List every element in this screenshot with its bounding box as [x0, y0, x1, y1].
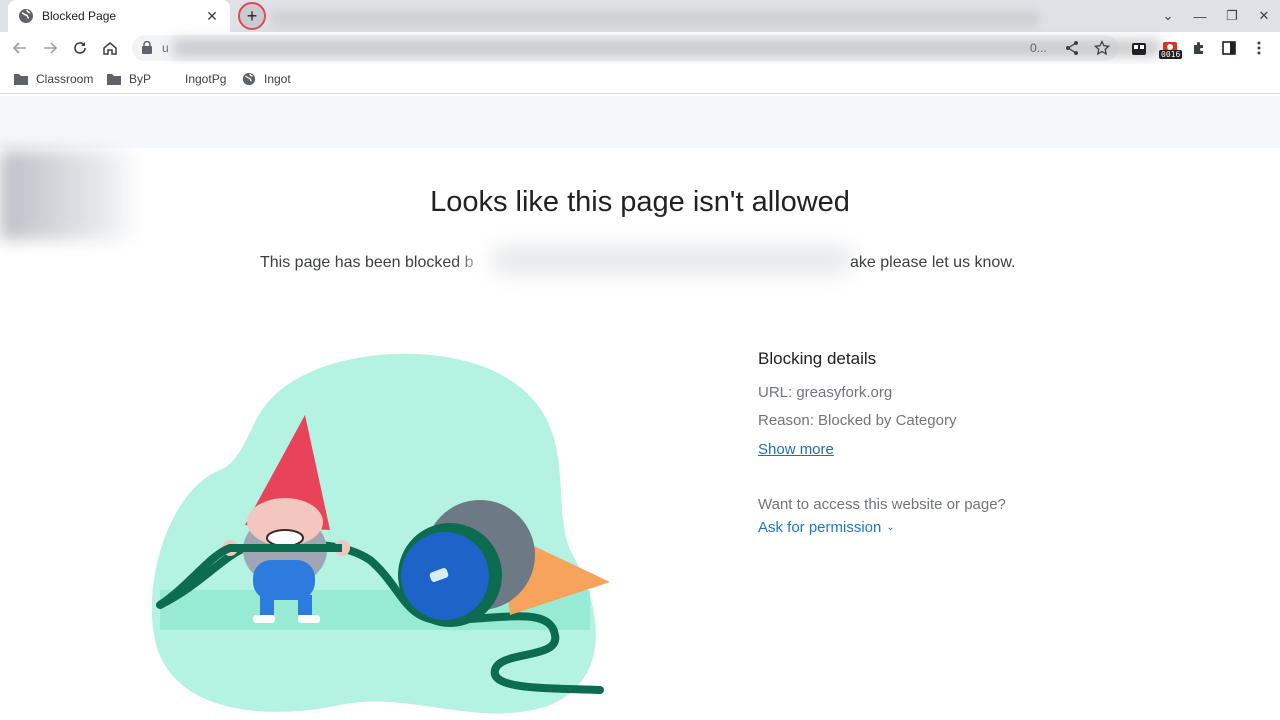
bookmark-label: Ingot	[264, 72, 291, 86]
side-panel-icon[interactable]	[1220, 39, 1238, 57]
gnome-leg-right	[298, 595, 312, 615]
bookmark-ingot[interactable]: Ingot	[242, 72, 291, 86]
redacted-tabs	[270, 10, 1040, 28]
tab-search-icon[interactable]: ⌄	[1152, 0, 1184, 32]
gnome-mouth	[266, 529, 304, 547]
blocking-details-title: Blocking details	[758, 349, 877, 368]
redacted-message	[482, 240, 857, 286]
bookmarks-bar: Classroom ByP IngotPg Ingot	[0, 64, 1280, 94]
page-title: Looks like this page isn't allowed	[430, 186, 850, 218]
back-arrow-icon[interactable]	[8, 36, 32, 60]
gnome-leg-left	[260, 595, 274, 615]
ask-permission-link[interactable]: Ask for permission ⌄	[758, 519, 895, 536]
gnome-shoe-right	[298, 615, 320, 623]
gnome-body	[253, 560, 315, 600]
extension-icon-1[interactable]	[1130, 40, 1148, 58]
more-menu-icon[interactable]	[1250, 39, 1268, 57]
extension-badge: 0016	[1159, 50, 1183, 59]
bookmark-byp[interactable]: ByP	[107, 72, 151, 86]
globe-icon	[18, 8, 34, 24]
tab-close-icon[interactable]: ✕	[204, 8, 220, 25]
new-tab-button[interactable]: +	[238, 2, 266, 30]
browser-toolbar: u 0...	[0, 32, 1280, 64]
forward-arrow-icon[interactable]	[38, 36, 62, 60]
url-text-start: u	[162, 41, 169, 55]
globe-icon	[242, 72, 256, 86]
ask-permission-label: Ask for permission	[758, 519, 882, 536]
bookmark-classroom[interactable]: Classroom	[14, 72, 93, 86]
bookmark-label: ByP	[129, 72, 152, 86]
blocking-details: Blocking details URL: greasyfork.org Rea…	[758, 349, 1198, 537]
bookmark-ingotpg[interactable]: IngotPg	[185, 72, 226, 86]
gnome-hose-illustration	[151, 353, 610, 714]
bookmark-star-icon[interactable]	[1093, 39, 1111, 56]
home-icon[interactable]	[98, 36, 122, 60]
folder-icon	[14, 74, 28, 85]
bookmark-label: Classroom	[36, 72, 94, 86]
lock-icon[interactable]	[142, 40, 152, 59]
url-text-end: 0...	[1030, 41, 1047, 55]
window-controls: ⌄ — ❐ ✕	[1152, 0, 1280, 32]
address-bar[interactable]: u 0...	[132, 35, 1162, 61]
chevron-down-icon: ⌄	[886, 522, 895, 533]
extensions-puzzle-icon[interactable]	[1190, 39, 1208, 57]
minimize-icon[interactable]: —	[1184, 0, 1216, 32]
reload-icon[interactable]	[68, 36, 92, 60]
block-message-start: This page has been blocked b	[260, 254, 474, 271]
share-icon[interactable]	[1064, 40, 1080, 56]
tab-blocked-page[interactable]: Blocked Page ✕	[8, 0, 230, 32]
bookmark-label: IngotPg	[185, 72, 227, 86]
close-window-icon[interactable]: ✕	[1248, 0, 1280, 32]
restore-icon[interactable]: ❐	[1216, 0, 1248, 32]
access-question: Want to access this website or page?	[758, 496, 1006, 513]
block-message-end: ake please let us know.	[850, 254, 1016, 271]
blocked-url: URL: greasyfork.org	[758, 384, 893, 401]
redacted-url	[172, 39, 1162, 57]
tab-title: Blocked Page	[42, 9, 117, 23]
tab-strip: Blocked Page ✕ + ⌄ — ❐ ✕	[0, 0, 1280, 32]
show-more-link[interactable]: Show more	[758, 441, 834, 458]
gnome-shoe-left	[253, 615, 275, 623]
folder-icon	[107, 74, 121, 85]
block-reason: Reason: Blocked by Category	[758, 412, 957, 429]
page-header-band	[0, 96, 1280, 148]
